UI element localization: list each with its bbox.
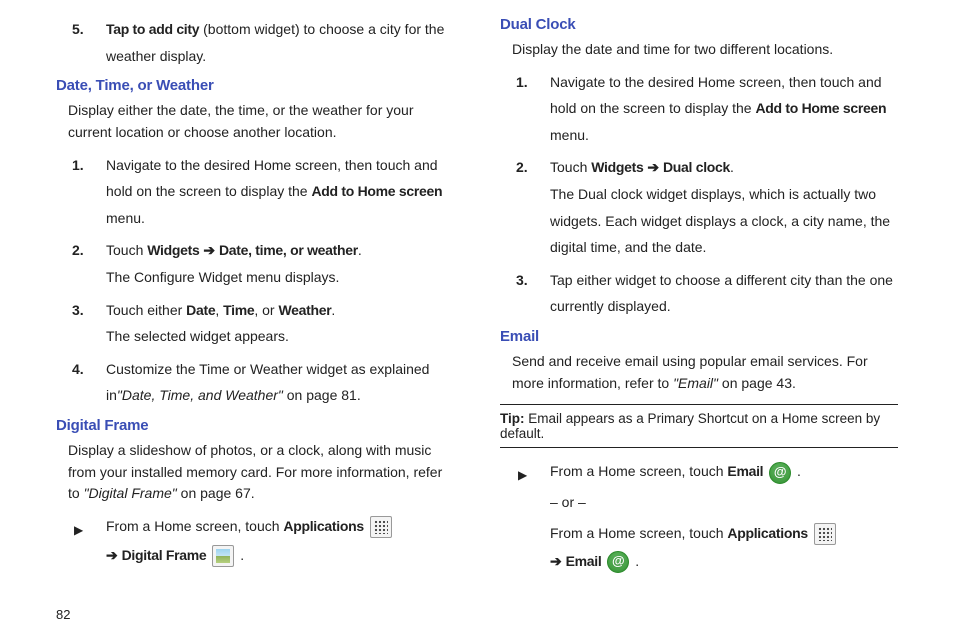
- list-item: 3. Touch either Date, Time, or Weather. …: [72, 297, 454, 350]
- step-number: 2.: [72, 237, 84, 264]
- text: .: [730, 159, 734, 175]
- step-number: 3.: [516, 267, 528, 294]
- arrow-icon: ➔: [643, 159, 663, 175]
- email-icon: [769, 462, 791, 484]
- step-number: 1.: [72, 152, 84, 179]
- text: Touch either: [106, 302, 186, 318]
- widgets-label: Widgets: [147, 242, 199, 258]
- cross-ref: "Date, Time, and Weather": [117, 387, 283, 403]
- option-weather: Weather: [278, 302, 331, 318]
- text: on page 81.: [283, 387, 361, 403]
- text: on page 67.: [177, 485, 255, 501]
- or-separator: – or –: [550, 489, 898, 516]
- option-label: Dual clock: [663, 159, 730, 175]
- menu-name: Add to Home screen: [311, 183, 442, 199]
- photo-frame-icon: [212, 545, 234, 567]
- applications-icon: [814, 523, 836, 545]
- text: .: [631, 553, 639, 569]
- menu-name: Add to Home screen: [755, 100, 886, 116]
- cross-ref: "Digital Frame": [84, 485, 177, 501]
- text: , or: [254, 302, 278, 318]
- list-item: 1. Navigate to the desired Home screen, …: [516, 69, 898, 149]
- steps-list-c: 1. Navigate to the desired Home screen, …: [516, 69, 898, 320]
- left-column: 5. Tap to add city (bottom widget) to ch…: [56, 16, 454, 575]
- arrow-icon: ➔: [550, 553, 566, 569]
- text: From a Home screen, touch: [550, 525, 727, 541]
- step-result: The Configure Widget menu displays.: [106, 264, 454, 291]
- step-result: The Dual clock widget displays, which is…: [550, 181, 898, 261]
- heading-date-time-weather: Date, Time, or Weather: [56, 77, 454, 94]
- list-item: 3. Tap either widget to choose a differe…: [516, 267, 898, 320]
- list-item: 2. Touch Widgets ➔ Dual clock. The Dual …: [516, 154, 898, 260]
- tip-text: Email appears as a Primary Shortcut on a…: [500, 411, 880, 441]
- heading-dual-clock: Dual Clock: [500, 16, 898, 33]
- step-number: 2.: [516, 154, 528, 181]
- heading-digital-frame: Digital Frame: [56, 417, 454, 434]
- triangle-bullet-icon: ▶: [518, 464, 527, 487]
- text: .: [793, 463, 801, 479]
- applications-label: Applications: [283, 518, 363, 534]
- continued-step-list: 5. Tap to add city (bottom widget) to ch…: [72, 16, 454, 69]
- applications-icon: [370, 516, 392, 538]
- text: menu.: [106, 210, 145, 226]
- intro-text: Send and receive email using popular ema…: [512, 351, 898, 394]
- text: From a Home screen, touch: [550, 463, 727, 479]
- text: menu.: [550, 127, 589, 143]
- text: Touch: [106, 242, 147, 258]
- text: ,: [215, 302, 223, 318]
- email-icon: [607, 551, 629, 573]
- tip-box: Tip: Email appears as a Primary Shortcut…: [500, 404, 898, 448]
- arrow-icon: ➔: [106, 547, 122, 563]
- intro-text: Display the date and time for two differ…: [512, 39, 898, 61]
- bullet-item: ▶ From a Home screen, touch Email . – or…: [516, 458, 898, 574]
- step-number: 4.: [72, 356, 84, 383]
- text: From a Home screen, touch: [106, 518, 283, 534]
- text: .: [331, 302, 335, 318]
- option-label: Date, time, or weather: [219, 242, 358, 258]
- step-number: 3.: [72, 297, 84, 324]
- step-5: 5. Tap to add city (bottom widget) to ch…: [72, 16, 454, 69]
- text: Touch: [550, 159, 591, 175]
- applications-label: Applications: [727, 525, 807, 541]
- list-item: 4. Customize the Time or Weather widget …: [72, 356, 454, 409]
- cross-ref: "Email": [673, 375, 718, 391]
- widgets-label: Widgets: [591, 159, 643, 175]
- bullet-item: ▶ From a Home screen, touch Applications…: [72, 513, 454, 568]
- page-content: 5. Tap to add city (bottom widget) to ch…: [0, 0, 954, 575]
- text: .: [358, 242, 362, 258]
- tip-label: Tip:: [500, 411, 525, 426]
- right-column: Dual Clock Display the date and time for…: [500, 16, 898, 575]
- list-item: 2. Touch Widgets ➔ Date, time, or weathe…: [72, 237, 454, 290]
- intro-text: Display a slideshow of photos, or a cloc…: [68, 440, 454, 505]
- triangle-bullet-icon: ▶: [74, 519, 83, 542]
- heading-email: Email: [500, 328, 898, 345]
- page-number: 82: [56, 607, 70, 622]
- step-result: The selected widget appears.: [106, 323, 454, 350]
- option-time: Time: [223, 302, 254, 318]
- email-label: Email: [566, 553, 602, 569]
- intro-text: Display either the date, the time, or th…: [68, 100, 454, 143]
- digital-frame-label: Digital Frame: [122, 547, 207, 563]
- text: Tap either widget to choose a different …: [550, 272, 893, 315]
- email-label: Email: [727, 463, 763, 479]
- step-number: 5.: [72, 16, 84, 43]
- list-item: 1. Navigate to the desired Home screen, …: [72, 152, 454, 232]
- steps-list-a: 1. Navigate to the desired Home screen, …: [72, 152, 454, 409]
- text: on page 43.: [718, 375, 796, 391]
- option-date: Date: [186, 302, 215, 318]
- arrow-icon: ➔: [199, 242, 219, 258]
- text: .: [236, 547, 244, 563]
- step-lead: Tap to add city: [106, 21, 199, 37]
- step-number: 1.: [516, 69, 528, 96]
